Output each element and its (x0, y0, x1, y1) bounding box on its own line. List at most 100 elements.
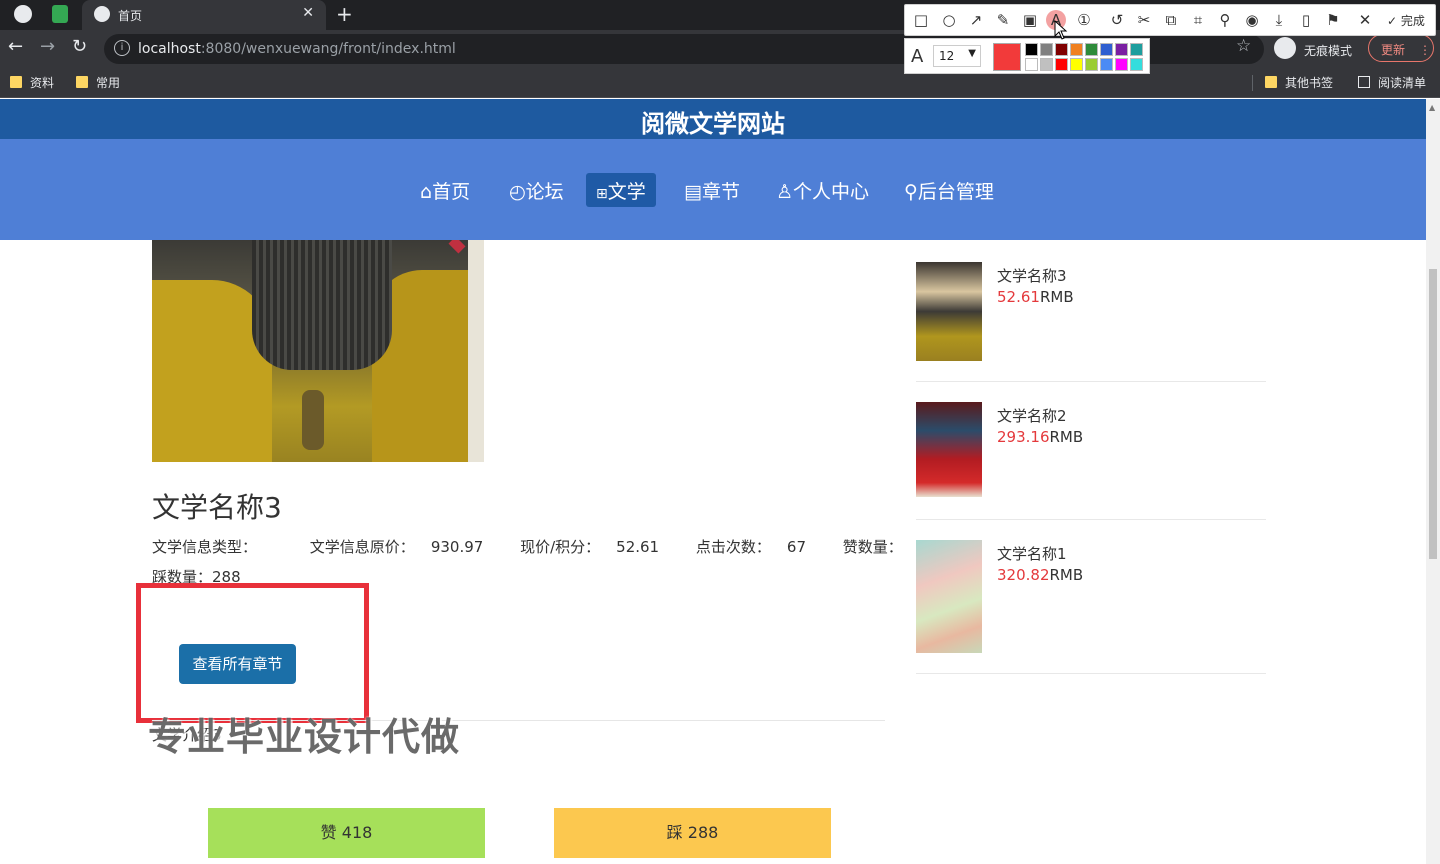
click-count-field: 点击次数： 67 (695, 538, 806, 556)
book-meta: 文学信息类型： 文学信息原价： 930.97 现价/积分： 52.61 点击次数： 6… (152, 536, 979, 557)
sidebar-book-price: 293.16RMB (997, 428, 1084, 446)
folder-icon (10, 76, 22, 88)
book-title: 文学名称3 (152, 491, 282, 524)
rectangle-tool-icon[interactable]: □ (911, 10, 931, 30)
pencil-tool-icon[interactable]: ✎ (993, 10, 1013, 30)
scroll-thumb[interactable] (1429, 269, 1437, 559)
color-swatch[interactable] (1130, 58, 1143, 71)
reading-list-icon (1358, 76, 1370, 88)
translate-icon[interactable]: ⧉ (1161, 10, 1181, 30)
book-thumbnail[interactable] (916, 402, 982, 497)
ellipse-tool-icon[interactable]: ○ (939, 10, 959, 30)
current-color-swatch[interactable] (993, 43, 1021, 71)
back-button[interactable]: ← (8, 36, 23, 57)
scissors-icon[interactable]: ✂ (1134, 10, 1154, 30)
incognito-label: 无痕模式 (1304, 44, 1353, 58)
site-title: 阅微文学网站 (641, 110, 785, 138)
reload-button[interactable]: ↻ (72, 36, 87, 57)
color-swatch[interactable] (1070, 58, 1083, 71)
browser-menu-icon[interactable] (14, 5, 32, 23)
sidebar-book-price: 52.61RMB (997, 288, 1074, 306)
tab-home[interactable]: 首页 ✕ (82, 0, 326, 30)
mosaic-tool-icon[interactable]: ▣ (1020, 10, 1040, 30)
undo-icon[interactable]: ↺ (1107, 10, 1127, 30)
tab-title: 首页 (118, 9, 143, 23)
url-text: localhost:8080/wenxuewang/front/index.ht… (138, 41, 456, 57)
color-swatch[interactable] (1100, 58, 1113, 71)
original-price-field: 文学信息原价： 930.97 (309, 538, 484, 556)
dislike-button[interactable]: 踩 288 (554, 808, 831, 858)
folder-icon (76, 76, 88, 88)
current-price-field: 现价/积分： 52.61 (520, 538, 660, 556)
color-swatch[interactable] (1115, 58, 1128, 71)
arrow-tool-icon[interactable]: ↗ (966, 10, 986, 30)
pin-icon[interactable]: ⚲ (1215, 10, 1235, 30)
chevron-down-icon: ▼ (968, 48, 976, 59)
scroll-up-arrow[interactable]: ▲ (1429, 103, 1435, 112)
like-button[interactable]: 赞 418 (208, 808, 485, 858)
ocr-icon[interactable]: ⌗ (1188, 10, 1208, 30)
color-swatch[interactable] (1115, 43, 1128, 56)
globe-icon (94, 6, 110, 22)
other-bookmarks[interactable]: 其他书签 (1265, 74, 1333, 91)
link-icon: ⚲ (904, 181, 918, 203)
forward-button[interactable]: → (40, 36, 55, 57)
color-swatch[interactable] (1025, 58, 1038, 71)
update-button[interactable]: 更新 ⋮ (1368, 34, 1434, 62)
nav-chapters[interactable]: ▤章节 (674, 173, 750, 207)
color-swatch[interactable] (1025, 43, 1038, 56)
phone-icon[interactable]: ▯ (1296, 10, 1316, 30)
sidebar-book-name[interactable]: 文学名称3 (997, 265, 1067, 286)
sidebar-book-item[interactable]: 文学名称1 320.82RMB (916, 520, 1266, 674)
sidebar-book-name[interactable]: 文学名称2 (997, 405, 1067, 426)
main-nav: ⌂首页 ◴论坛 ⊞文学 ▤章节 ♙个人中心 ⚲后台管理 (0, 139, 1426, 240)
color-swatch[interactable] (1040, 58, 1053, 71)
nav-literature[interactable]: ⊞文学 (586, 173, 656, 207)
site-info-icon[interactable]: i (114, 40, 130, 56)
nav-user-center[interactable]: ♙个人中心 (766, 173, 879, 207)
color-swatch[interactable] (1055, 43, 1068, 56)
folder-icon (1265, 76, 1277, 88)
incognito-icon (1274, 37, 1296, 59)
book-thumbnail[interactable] (916, 262, 982, 361)
text-options-panel: A 12 ▼ (904, 38, 1150, 74)
list-icon: ▤ (684, 181, 702, 203)
bookmarks-separator (1252, 75, 1253, 91)
record-icon[interactable]: ◉ (1242, 10, 1262, 30)
user-icon: ♙ (776, 181, 794, 203)
sheets-tab-icon[interactable] (52, 5, 68, 23)
color-swatch[interactable] (1055, 58, 1068, 71)
color-swatch[interactable] (1130, 43, 1143, 56)
sidebar-book-price: 320.82RMB (997, 566, 1084, 584)
sidebar-book-name[interactable]: 文学名称1 (997, 543, 1067, 564)
watermark-text: 专业毕业设计代做 (148, 715, 461, 759)
color-swatch[interactable] (1040, 43, 1053, 56)
view-all-chapters-button[interactable]: 查看所有章节 (179, 644, 296, 684)
color-swatch[interactable] (1085, 43, 1098, 56)
color-swatch[interactable] (1070, 43, 1083, 56)
font-icon: A (911, 46, 924, 67)
color-swatch[interactable] (1100, 43, 1113, 56)
cancel-icon[interactable]: ✕ (1355, 10, 1375, 30)
color-swatch[interactable] (1085, 58, 1098, 71)
bookmark-folder-changyong[interactable]: 常用 (76, 74, 120, 91)
close-tab-icon[interactable]: ✕ (302, 5, 314, 21)
home-icon: ⌂ (420, 181, 433, 203)
download-icon[interactable]: ⤓ (1269, 10, 1289, 30)
font-size-select[interactable]: 12 ▼ (933, 45, 981, 67)
nav-admin[interactable]: ⚲后台管理 (894, 173, 1004, 207)
number-tool-icon[interactable]: ① (1074, 10, 1094, 30)
sidebar-book-item[interactable]: 文学名称3 52.61RMB (916, 250, 1266, 382)
gauge-icon: ◴ (509, 181, 526, 203)
bookmark-icon[interactable]: ⚑ (1323, 10, 1343, 30)
new-tab-button[interactable]: + (336, 2, 353, 26)
reading-list[interactable]: 阅读清单 (1358, 74, 1426, 91)
nav-forum[interactable]: ◴论坛 (499, 173, 574, 207)
book-thumbnail[interactable] (916, 540, 982, 653)
sidebar-book-item[interactable]: 文学名称2 293.16RMB (916, 382, 1266, 520)
bookmark-folder-ziliao[interactable]: 资料 (10, 74, 54, 91)
page-scrollbar[interactable]: ▲ (1426, 99, 1440, 864)
bookmark-star-icon[interactable]: ☆ (1236, 36, 1251, 56)
nav-home[interactable]: ⌂首页 (410, 173, 480, 207)
done-button[interactable]: ✓ 完成 (1387, 12, 1425, 29)
